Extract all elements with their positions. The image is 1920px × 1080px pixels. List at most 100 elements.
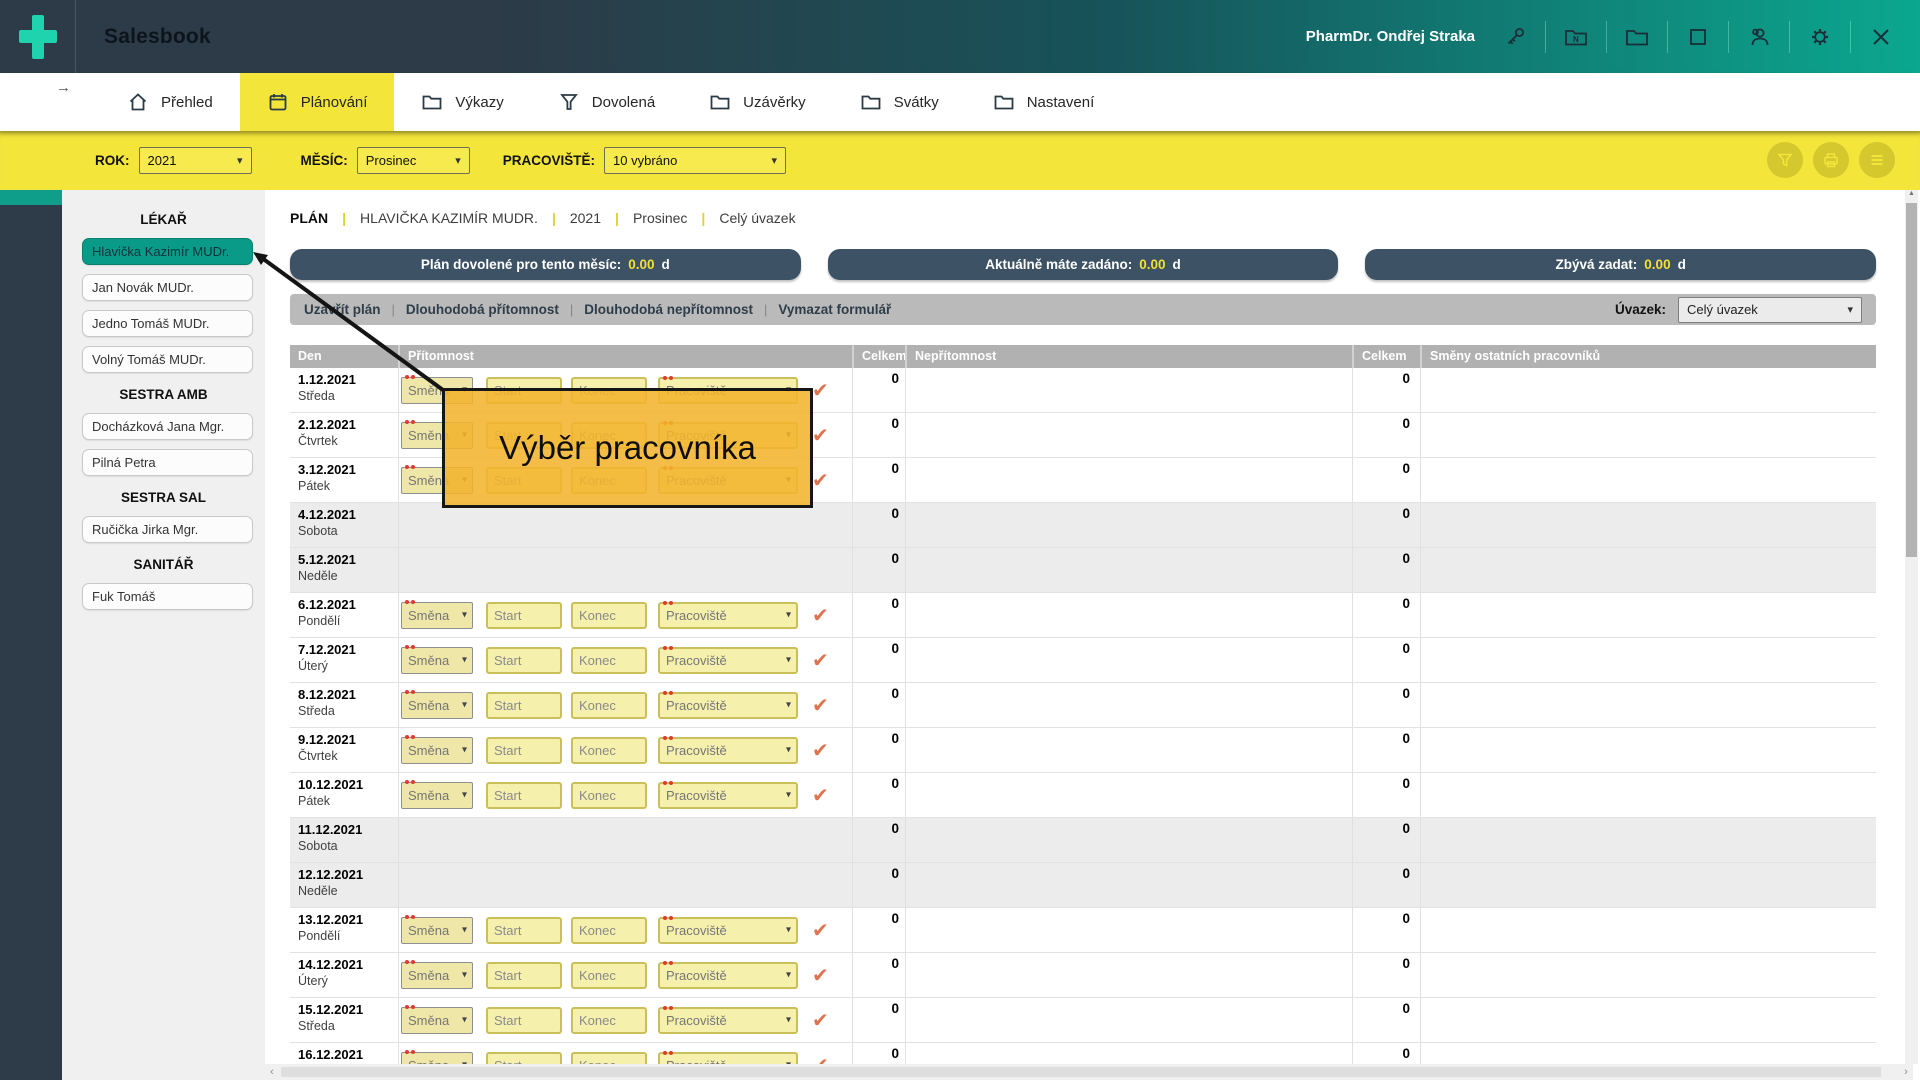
end-time-input[interactable]	[571, 782, 647, 809]
shift-type-select[interactable]: Směna ▾	[401, 962, 473, 989]
required-marker-icon	[405, 690, 417, 695]
absence-cell	[905, 548, 1352, 592]
employee-item[interactable]: Jedno Tomáš MUDr.	[82, 310, 253, 337]
shift-type-select[interactable]: Směna ▾	[401, 737, 473, 764]
tab-planovani[interactable]: Plánování	[240, 73, 395, 131]
row-workplace-select[interactable]: Pracoviště ▾	[658, 602, 798, 629]
workplace-label: PRACOVIŠTĚ:	[503, 153, 595, 168]
start-time-input[interactable]	[486, 782, 562, 809]
scroll-right-arrow-icon[interactable]: ›	[1899, 1066, 1913, 1078]
workplace-select[interactable]: 10 vybráno ▾	[604, 147, 786, 174]
tab-dovolena[interactable]: Dovolená	[531, 73, 682, 131]
nav-forward-arrow-icon[interactable]: →	[56, 79, 71, 96]
confirm-check-icon[interactable]: ✔	[812, 693, 829, 717]
chevron-down-icon: ▾	[462, 1015, 467, 1026]
horizontal-scrollbar[interactable]: ‹ ›	[265, 1064, 1913, 1080]
confirm-check-icon[interactable]: ✔	[812, 603, 829, 627]
confirm-check-icon[interactable]: ✔	[812, 918, 829, 942]
end-time-input[interactable]	[571, 1007, 647, 1034]
row-workplace-select[interactable]: Pracoviště ▾	[658, 962, 798, 989]
employee-item-selected[interactable]: Hlavička Kazimír MUDr.	[82, 238, 253, 265]
employee-item[interactable]: Jan Novák MUDr.	[82, 274, 253, 301]
confirm-check-icon[interactable]: ✔	[812, 423, 829, 447]
end-time-input[interactable]	[571, 602, 647, 629]
tab-prehled[interactable]: Přehled	[100, 73, 240, 131]
row-workplace-select[interactable]: Pracoviště ▾	[658, 1007, 798, 1034]
confirm-check-icon[interactable]: ✔	[812, 963, 829, 987]
start-time-input[interactable]	[486, 1007, 562, 1034]
filter-button[interactable]	[1767, 142, 1803, 178]
confirm-check-icon[interactable]: ✔	[812, 1053, 829, 1064]
employee-item[interactable]: Docházková Jana Mgr.	[82, 413, 253, 440]
end-time-input[interactable]	[571, 692, 647, 719]
contract-select[interactable]: Celý úvazek ▾	[1678, 297, 1862, 323]
end-time-input[interactable]	[571, 737, 647, 764]
shift-type-select[interactable]: Směna ▾	[401, 692, 473, 719]
key-icon[interactable]	[1502, 24, 1528, 50]
tab-svatky[interactable]: Svátky	[833, 73, 966, 131]
shift-type-select[interactable]: Směna ▾	[401, 917, 473, 944]
row-workplace-select[interactable]: Pracoviště ▾	[658, 1052, 798, 1065]
shift-type-select[interactable]: Směna ▾	[401, 647, 473, 674]
print-button[interactable]	[1813, 142, 1849, 178]
confirm-check-icon[interactable]: ✔	[812, 648, 829, 672]
folder-icon[interactable]	[1624, 24, 1650, 50]
shift-type-select[interactable]: Směna ▾	[401, 1007, 473, 1034]
longterm-absence-button[interactable]: Dlouhodobá nepřítomnost	[584, 302, 753, 317]
start-time-input[interactable]	[486, 602, 562, 629]
scroll-left-arrow-icon[interactable]: ‹	[265, 1066, 279, 1078]
row-workplace-select[interactable]: Pracoviště ▾	[658, 782, 798, 809]
shift-type-select[interactable]: Směna ▾	[401, 602, 473, 629]
start-time-input[interactable]	[486, 962, 562, 989]
table-row: 16.12.2021 Směna ▾ Pracoviště ▾ ✔ 0 0	[290, 1043, 1876, 1064]
employee-item[interactable]: Fuk Tomáš	[82, 583, 253, 610]
shift-type-select[interactable]: Směna ▾	[401, 1052, 473, 1065]
start-time-input[interactable]	[486, 737, 562, 764]
close-icon[interactable]	[1868, 24, 1894, 50]
menu-button[interactable]	[1859, 142, 1895, 178]
vertical-scrollbar[interactable]: ▲	[1905, 190, 1918, 1064]
tab-uzaverky[interactable]: Uzávěrky	[682, 73, 833, 131]
row-workplace-select[interactable]: Pracoviště ▾	[658, 737, 798, 764]
tab-vykazy[interactable]: Výkazy	[394, 73, 530, 131]
row-workplace-select[interactable]: Pracoviště ▾	[658, 647, 798, 674]
start-time-input[interactable]	[486, 647, 562, 674]
row-workplace-select[interactable]: Pracoviště ▾	[658, 692, 798, 719]
confirm-check-icon[interactable]: ✔	[812, 738, 829, 762]
shift-type-select[interactable]: Směna ▾	[401, 782, 473, 809]
confirm-check-icon[interactable]: ✔	[812, 1008, 829, 1032]
scroll-up-arrow-icon[interactable]: ▲	[1905, 190, 1918, 197]
horizontal-scrollbar-thumb[interactable]	[281, 1067, 1881, 1077]
menu-icon	[1868, 151, 1886, 169]
employee-item[interactable]: Ručička Jirka Mgr.	[82, 516, 253, 543]
start-time-input[interactable]	[486, 692, 562, 719]
row-workplace-select[interactable]: Pracoviště ▾	[658, 917, 798, 944]
total-absence: 0	[1352, 998, 1420, 1042]
total-presence: 0	[852, 1043, 905, 1064]
folder-n-icon[interactable]: N	[1563, 24, 1589, 50]
longterm-presence-button[interactable]: Dlouhodobá přítomnost	[406, 302, 559, 317]
confirm-check-icon[interactable]: ✔	[812, 468, 829, 492]
user-icon[interactable]	[1746, 24, 1772, 50]
tab-nastaveni[interactable]: Nastavení	[966, 73, 1122, 131]
settings-icon[interactable]	[1807, 24, 1833, 50]
start-time-input[interactable]	[486, 1052, 562, 1065]
end-time-input[interactable]	[571, 962, 647, 989]
end-time-input[interactable]	[571, 647, 647, 674]
employee-item[interactable]: Volný Tomáš MUDr.	[82, 346, 253, 373]
end-time-input[interactable]	[571, 917, 647, 944]
vertical-scrollbar-thumb[interactable]	[1906, 203, 1917, 557]
other-shifts-cell	[1420, 503, 1876, 547]
year-select[interactable]: 2021 ▾	[139, 147, 252, 174]
chevron-down-icon: ▾	[462, 970, 467, 981]
confirm-check-icon[interactable]: ✔	[812, 783, 829, 807]
maximize-icon[interactable]	[1685, 24, 1711, 50]
confirm-check-icon[interactable]: ✔	[812, 378, 829, 402]
end-time-input[interactable]	[571, 1052, 647, 1065]
start-time-input[interactable]	[486, 917, 562, 944]
close-plan-button[interactable]: Uzavřít plán	[304, 302, 381, 317]
employee-item[interactable]: Pilná Petra	[82, 449, 253, 476]
clear-form-button[interactable]: Vymazat formulář	[778, 302, 891, 317]
required-marker-icon	[663, 916, 675, 921]
month-select[interactable]: Prosinec ▾	[357, 147, 470, 174]
